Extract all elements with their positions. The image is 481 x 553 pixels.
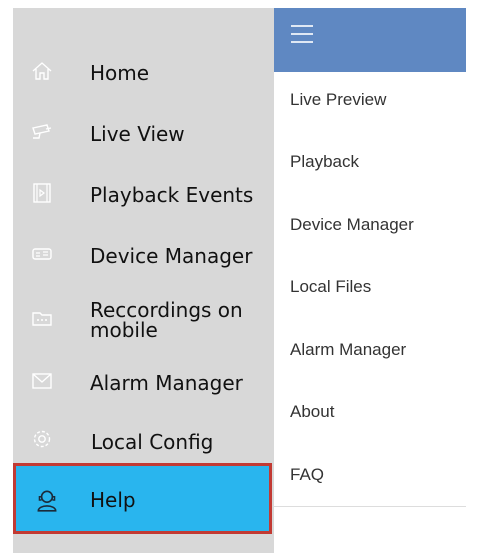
drawer-item-label: Live View (90, 122, 185, 146)
alarm-envelope-icon (30, 369, 54, 393)
dvr-device-icon (30, 242, 54, 266)
drawer-item-label: Reccordings on mobile (90, 298, 243, 342)
menu-item-label: Alarm Manager (290, 340, 407, 359)
film-icon (30, 181, 54, 205)
drawer-item-label: Device Manager (90, 244, 253, 268)
drawer-item-live-view[interactable]: Live View (13, 103, 274, 163)
menu-item-faq[interactable]: FAQ (274, 455, 466, 499)
menu-item-about[interactable]: About (274, 392, 466, 436)
drawer-item-label: Playback Events (90, 183, 254, 207)
menu-divider (274, 506, 466, 507)
drawer-item-alarm-manager[interactable]: Alarm Manager (13, 360, 274, 420)
menu-item-label: Playback (290, 152, 359, 171)
camera-icon (30, 120, 54, 144)
menu-item-label: About (290, 402, 335, 421)
gear-icon (30, 427, 54, 451)
side-menu: Live Preview Playback Device Manager Loc… (274, 8, 466, 553)
drawer-item-label: Local Config (91, 430, 214, 454)
menu-item-device-manager[interactable]: Device Manager (274, 205, 466, 249)
menu-item-label: FAQ (290, 465, 325, 484)
menu-item-playback[interactable]: Playback (274, 142, 466, 186)
drawer-item-help[interactable]: Help (13, 463, 272, 534)
menu-item-label: Local Files (290, 277, 372, 296)
menu-item-alarm-manager[interactable]: Alarm Manager (274, 330, 466, 374)
drawer-item-device-manager[interactable]: Device Manager (13, 225, 274, 285)
folder-icon (30, 306, 54, 330)
menu-item-local-files[interactable]: Local Files (274, 267, 466, 311)
menu-item-live-preview[interactable]: Live Preview (274, 80, 466, 124)
drawer-item-home[interactable]: Home (13, 42, 274, 102)
drawer-item-playback-events[interactable]: Playback Events (13, 164, 274, 224)
drawer-item-label: Help (90, 488, 136, 512)
hamburger-icon[interactable] (291, 25, 313, 43)
menu-item-label: Device Manager (290, 215, 414, 234)
support-agent-icon (34, 487, 60, 513)
menu-header (274, 8, 466, 72)
home-icon (30, 59, 54, 83)
drawer-item-label: Home (90, 61, 150, 85)
drawer-item-label: Alarm Manager (90, 371, 243, 395)
app-root: Home Live View Playback Events Device Ma… (0, 0, 481, 553)
menu-item-label: Live Preview (290, 90, 387, 109)
drawer-item-recordings-on-mobile[interactable]: Reccordings on mobile (13, 298, 274, 364)
